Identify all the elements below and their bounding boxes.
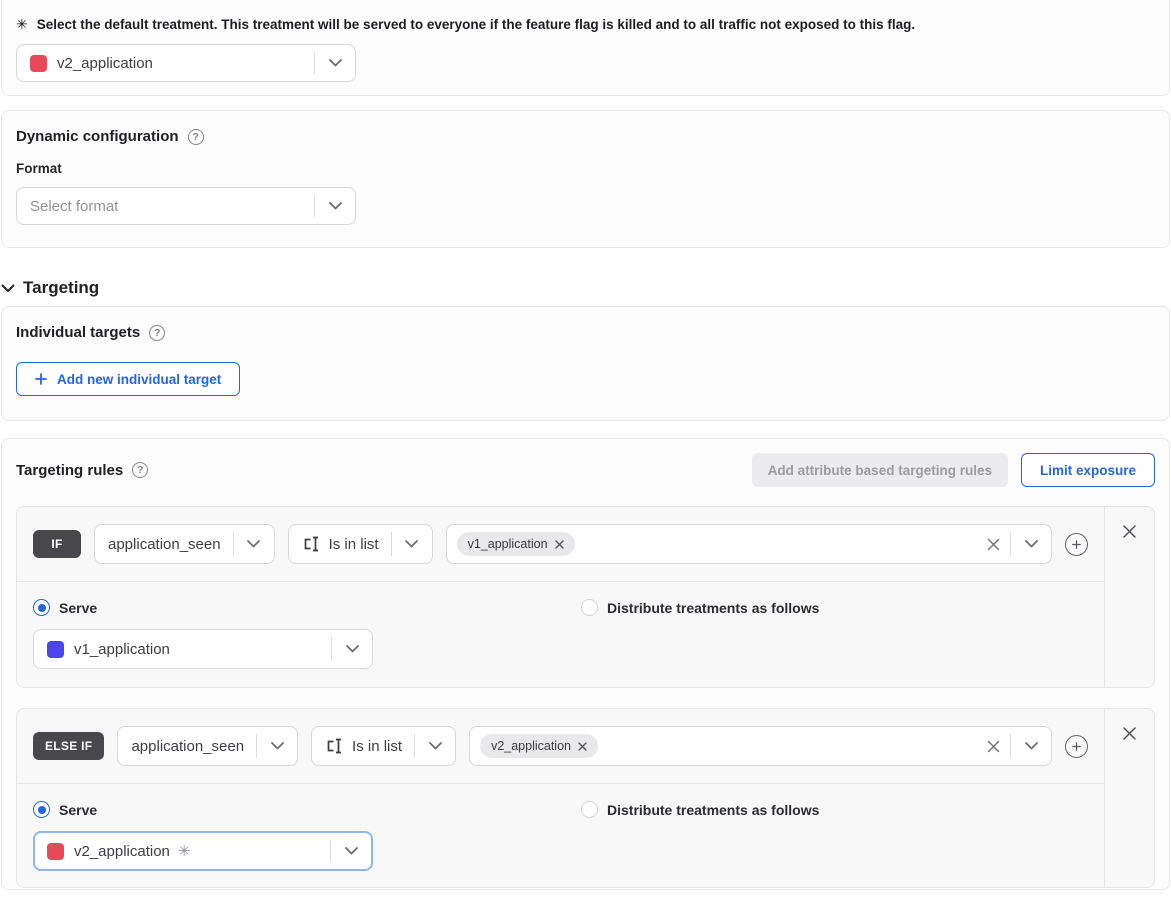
served-treatment-select[interactable]: v1_application [33, 629, 373, 669]
targeting-section-header[interactable]: Targeting [0, 274, 1171, 302]
matcher-value: Is in list [329, 536, 391, 553]
add-individual-target-label: Add new individual target [57, 372, 221, 387]
treatment-color-swatch [47, 843, 64, 860]
serve-radio[interactable] [33, 599, 50, 616]
values-multiselect[interactable]: v2_application [469, 726, 1052, 766]
chevron-down-icon[interactable] [1011, 742, 1051, 750]
remove-rule-button[interactable] [1122, 524, 1137, 539]
targeting-rule-2: ELSE IF application_seen Is in list [16, 708, 1155, 888]
attribute-value: application_seen [108, 536, 233, 553]
default-treatment-panel: ✳ Select the default treatment. This tre… [1, 0, 1170, 96]
help-icon[interactable]: ? [149, 325, 165, 341]
serve-option[interactable]: Serve [33, 599, 581, 616]
chevron-down-icon[interactable] [331, 847, 371, 855]
help-icon[interactable]: ? [188, 129, 204, 145]
collapse-chevron-icon[interactable] [1, 284, 15, 293]
remove-rule-button[interactable] [1122, 726, 1137, 741]
treatment-color-swatch [30, 55, 47, 72]
chevron-down-icon[interactable] [415, 742, 455, 750]
attribute-select[interactable]: application_seen [94, 524, 275, 564]
remove-tag-icon[interactable] [555, 540, 564, 549]
treatment-color-swatch [47, 641, 64, 658]
add-condition-button[interactable] [1065, 735, 1088, 758]
matcher-select[interactable]: Is in list [311, 726, 456, 766]
format-label: Format [16, 161, 1155, 176]
default-treatment-marker-icon: ✳ [178, 842, 191, 860]
attribute-value: application_seen [131, 738, 256, 755]
help-icon[interactable]: ? [132, 462, 148, 478]
dynamic-configuration-title: Dynamic configuration [16, 128, 179, 145]
value-tag: v1_application [457, 532, 575, 556]
clear-values-icon[interactable] [976, 525, 1010, 563]
individual-targets-title: Individual targets [16, 324, 140, 341]
distribute-option[interactable]: Distribute treatments as follows [581, 801, 819, 818]
default-treatment-select[interactable]: v2_application [16, 44, 356, 82]
add-attribute-rules-button[interactable]: Add attribute based targeting rules [752, 453, 1008, 487]
targeting-section-title: Targeting [23, 278, 99, 298]
string-type-icon [302, 536, 322, 552]
matcher-select[interactable]: Is in list [288, 524, 433, 564]
asterisk-icon: ✳ [16, 16, 28, 33]
chevron-down-icon[interactable] [332, 645, 372, 653]
value-tag-label: v1_application [468, 537, 548, 551]
values-multiselect[interactable]: v1_application [446, 524, 1052, 564]
distribute-label: Distribute treatments as follows [607, 802, 819, 818]
value-tag-label: v2_application [491, 739, 571, 753]
served-treatment-select[interactable]: v2_application ✳ [33, 831, 373, 871]
default-treatment-note: ✳ Select the default treatment. This tre… [16, 16, 1155, 33]
served-treatment-value: v1_application [74, 641, 170, 658]
chevron-down-icon[interactable] [257, 742, 297, 750]
distribute-radio[interactable] [581, 599, 598, 616]
chevron-down-icon[interactable] [1011, 540, 1051, 548]
chevron-down-icon[interactable] [315, 59, 355, 67]
default-treatment-value: v2_application [57, 55, 153, 72]
string-type-icon [325, 738, 345, 754]
default-treatment-note-text: Select the default treatment. This treat… [37, 16, 915, 33]
add-individual-target-button[interactable]: Add new individual target [16, 362, 240, 396]
value-tag: v2_application [480, 734, 598, 758]
dynamic-configuration-panel: Dynamic configuration ? Format Select fo… [1, 110, 1170, 248]
serve-radio[interactable] [33, 801, 50, 818]
served-treatment-value: v2_application [74, 843, 170, 860]
distribute-option[interactable]: Distribute treatments as follows [581, 599, 819, 616]
serve-label: Serve [59, 600, 97, 616]
plus-icon [35, 373, 47, 385]
chevron-down-icon[interactable] [392, 540, 432, 548]
add-condition-button[interactable] [1065, 533, 1088, 556]
clear-values-icon[interactable] [976, 727, 1010, 765]
targeting-rules-title: Targeting rules [16, 462, 123, 479]
distribute-radio[interactable] [581, 801, 598, 818]
distribute-label: Distribute treatments as follows [607, 600, 819, 616]
remove-tag-icon[interactable] [578, 742, 587, 751]
targeting-rule-1: IF application_seen Is in list [16, 506, 1155, 688]
serve-label: Serve [59, 802, 97, 818]
targeting-rules-panel: Targeting rules ? Add attribute based ta… [1, 438, 1170, 890]
chevron-down-icon[interactable] [234, 540, 274, 548]
matcher-value: Is in list [352, 738, 414, 755]
attribute-select[interactable]: application_seen [117, 726, 298, 766]
rule-badge: ELSE IF [33, 732, 104, 760]
format-select[interactable]: Select format [16, 187, 356, 225]
rule-badge: IF [33, 530, 81, 558]
limit-exposure-button[interactable]: Limit exposure [1021, 453, 1155, 487]
individual-targets-panel: Individual targets ? Add new individual … [1, 306, 1170, 421]
format-select-placeholder: Select format [30, 198, 118, 215]
serve-option[interactable]: Serve [33, 801, 581, 818]
chevron-down-icon[interactable] [315, 202, 355, 210]
